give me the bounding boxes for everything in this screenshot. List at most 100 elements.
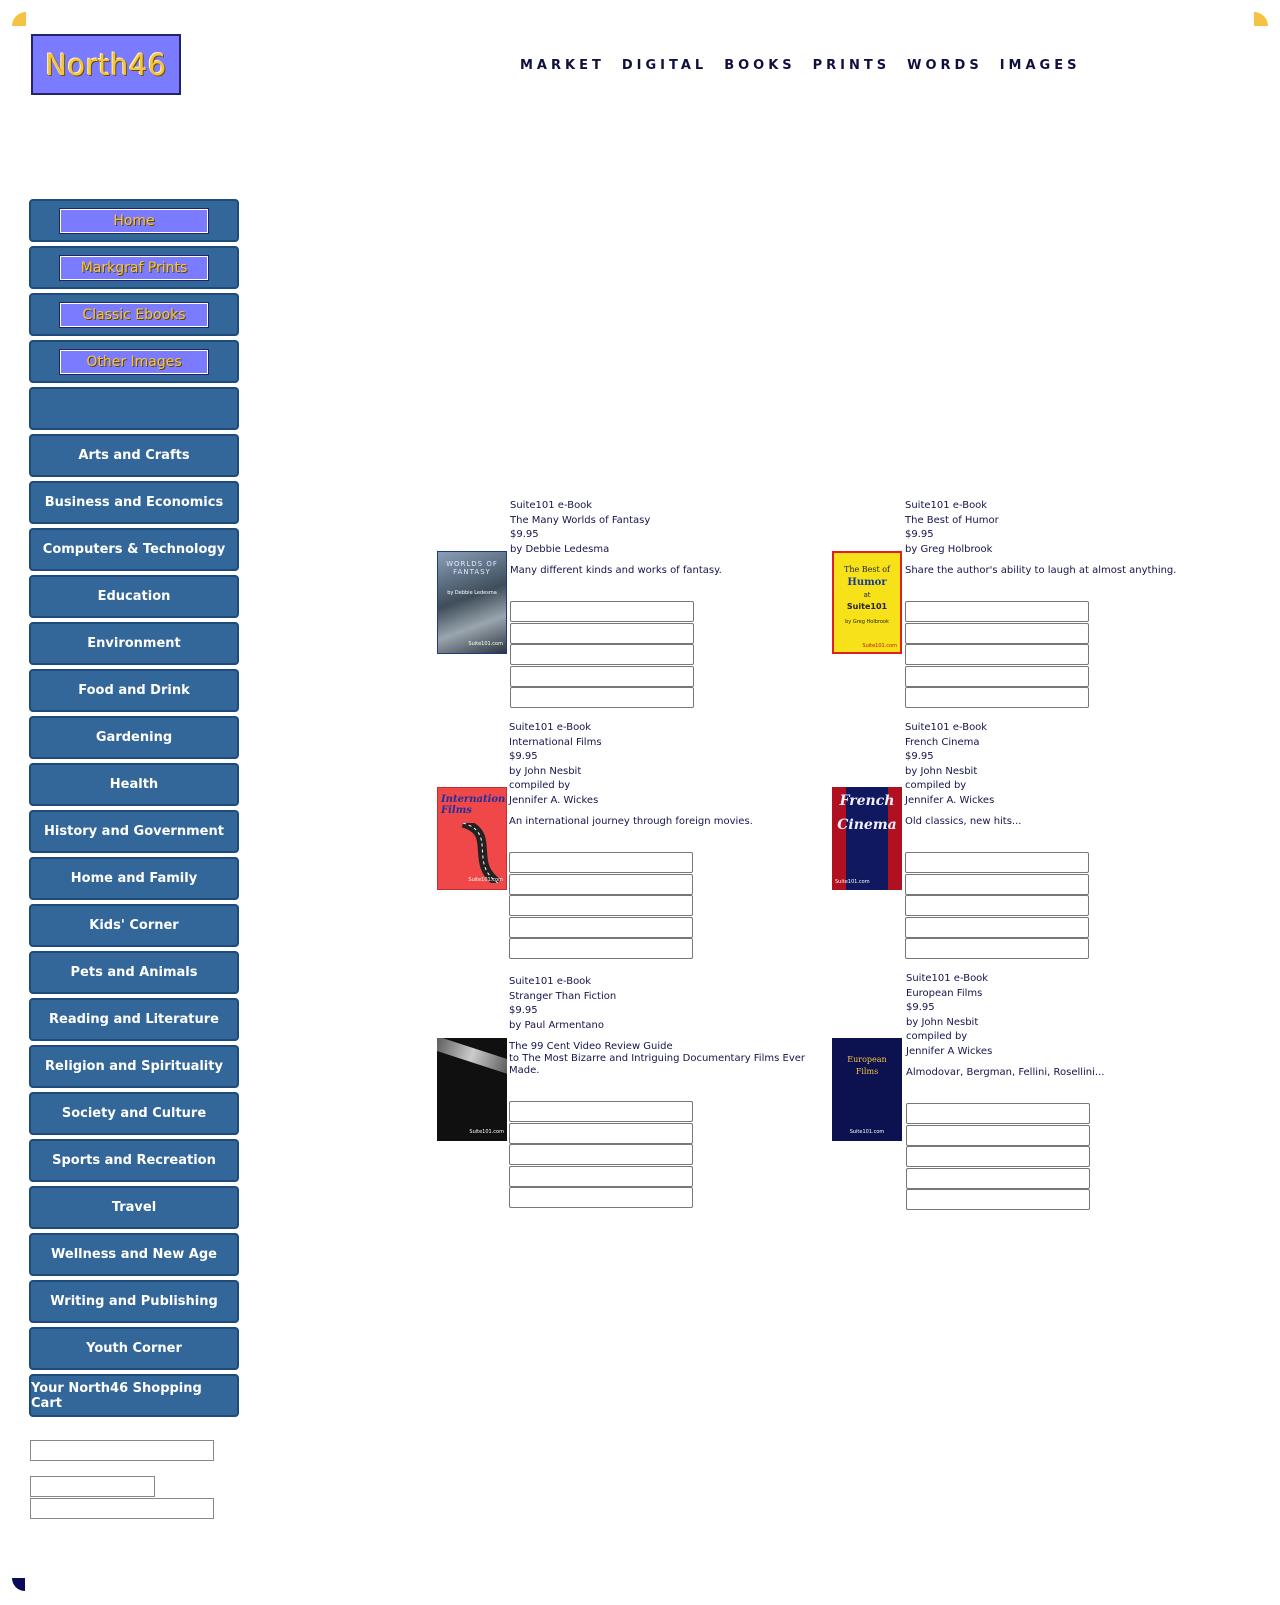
product-options	[510, 601, 694, 709]
sidebar-item-gardening[interactable]: Gardening	[29, 716, 239, 759]
option-field[interactable]	[509, 1101, 693, 1122]
option-field[interactable]	[905, 687, 1089, 708]
sidebar-item-home-family[interactable]: Home and Family	[29, 857, 239, 900]
sidebar-item-writing-publishing[interactable]: Writing and Publishing	[29, 1280, 239, 1323]
sidebar-item-travel[interactable]: Travel	[29, 1186, 239, 1229]
product-description: Old classics, new hits...	[905, 816, 1022, 827]
sidebar-item-empty	[29, 387, 239, 430]
product-title[interactable]: The Many Worlds of Fantasy	[510, 514, 810, 529]
product-price: $9.95	[510, 529, 539, 540]
option-field[interactable]	[905, 665, 1089, 687]
sidebar-item-markgraf-prints[interactable]: Markgraf Prints	[29, 246, 239, 289]
cover-line: Cinema	[837, 817, 897, 833]
sidebar-item-food-drink[interactable]: Food and Drink	[29, 669, 239, 712]
product-card: Suite101 e-Book International Films $9.9…	[509, 721, 809, 959]
home-button[interactable]: Home	[59, 207, 209, 234]
option-field[interactable]	[905, 852, 1089, 873]
sidebar-item-arts-crafts[interactable]: Arts and Crafts	[29, 434, 239, 477]
product-author: Jennifer A Wickes	[906, 1045, 993, 1057]
option-field[interactable]	[905, 601, 1089, 622]
option-field[interactable]	[510, 665, 694, 687]
sidebar-item-kids-corner[interactable]: Kids' Corner	[29, 904, 239, 947]
classic-ebooks-button[interactable]: Classic Ebooks	[59, 301, 209, 328]
book-cover-image[interactable]: International Films Suite101.com	[437, 787, 507, 890]
product-card: Suite101 e-Book European Films $9.95 by …	[906, 972, 1206, 1210]
cover-line: Films	[855, 1067, 879, 1076]
other-images-button[interactable]: Other Images	[59, 348, 209, 375]
nav-images-link[interactable]: IMAGES	[1000, 58, 1081, 73]
sidebar-input[interactable]	[30, 1476, 155, 1497]
sidebar-item-reading-literature[interactable]: Reading and Literature	[29, 998, 239, 1041]
product-title[interactable]: Stranger Than Fiction	[509, 990, 809, 1005]
option-field[interactable]	[905, 873, 1089, 895]
product-options	[906, 1103, 1090, 1211]
product-title[interactable]: French Cinema	[905, 736, 1205, 751]
book-cover-image[interactable]: European Films Suite101.com	[832, 1038, 902, 1141]
option-field[interactable]	[509, 916, 693, 938]
product-card: Suite101 e-Book The Best of Humor $9.95 …	[905, 499, 1205, 708]
option-field[interactable]	[510, 644, 694, 665]
product-title[interactable]: The Best of Humor	[905, 514, 1205, 529]
road-illustration	[461, 823, 501, 883]
sidebar-item-shopping-cart[interactable]: Your North46 Shopping Cart	[29, 1374, 239, 1417]
option-field[interactable]	[509, 873, 693, 895]
sidebar-item-other-images[interactable]: Other Images	[29, 340, 239, 383]
markgraf-prints-button[interactable]: Markgraf Prints	[59, 254, 209, 281]
sidebar-item-health[interactable]: Health	[29, 763, 239, 806]
option-field[interactable]	[510, 622, 694, 644]
option-field[interactable]	[510, 601, 694, 622]
nav-market-link[interactable]: MARKET	[520, 58, 605, 73]
corner-decoration	[12, 1578, 25, 1591]
sidebar-item-classic-ebooks[interactable]: Classic Ebooks	[29, 293, 239, 336]
book-cover-image[interactable]: French Cinema Suite101.com	[832, 787, 902, 890]
sidebar-item-history-government[interactable]: History and Government	[29, 810, 239, 853]
product-title[interactable]: International Films	[509, 736, 809, 751]
option-field[interactable]	[906, 1103, 1090, 1124]
sidebar-item-environment[interactable]: Environment	[29, 622, 239, 665]
product-description: Almodovar, Bergman, Fellini, Rosellini..…	[906, 1067, 1105, 1078]
product-author: by Paul Armentano	[509, 1019, 604, 1031]
option-field[interactable]	[906, 1189, 1090, 1210]
option-field[interactable]	[906, 1167, 1090, 1189]
option-field[interactable]	[905, 895, 1089, 916]
option-field[interactable]	[905, 622, 1089, 644]
sidebar-item-society-culture[interactable]: Society and Culture	[29, 1092, 239, 1135]
sidebar-item-education[interactable]: Education	[29, 575, 239, 618]
option-field[interactable]	[509, 1122, 693, 1144]
product-title[interactable]: European Films	[906, 987, 1206, 1002]
nav-words-link[interactable]: WORDS	[907, 58, 983, 73]
sidebar-item-religion-spirituality[interactable]: Religion and Spirituality	[29, 1045, 239, 1088]
book-cover-image[interactable]: The Best of Humor at Suite101 by Greg Ho…	[832, 551, 902, 654]
cover-line: Humor	[847, 577, 887, 588]
option-field[interactable]	[905, 916, 1089, 938]
sidebar-item-computers-technology[interactable]: Computers & Technology	[29, 528, 239, 571]
option-field[interactable]	[510, 687, 694, 708]
option-field[interactable]	[905, 644, 1089, 665]
sidebar: Home Markgraf Prints Classic Ebooks Othe…	[29, 199, 239, 1421]
sidebar-input[interactable]	[30, 1440, 214, 1461]
book-cover-image[interactable]: WORLDS OF FANTASY by Debbie Ledesma Suit…	[437, 551, 507, 654]
option-field[interactable]	[509, 938, 693, 959]
sidebar-item-sports-recreation[interactable]: Sports and Recreation	[29, 1139, 239, 1182]
book-cover-image[interactable]: Suite101.com	[437, 1038, 507, 1141]
option-field[interactable]	[905, 938, 1089, 959]
sidebar-item-pets-animals[interactable]: Pets and Animals	[29, 951, 239, 994]
option-field[interactable]	[509, 1144, 693, 1165]
option-field[interactable]	[906, 1124, 1090, 1146]
sidebar-item-wellness-new-age[interactable]: Wellness and New Age	[29, 1233, 239, 1276]
sidebar-input[interactable]	[30, 1498, 214, 1519]
site-logo[interactable]: North46	[31, 34, 181, 95]
option-field[interactable]	[509, 1187, 693, 1208]
nav-digital-link[interactable]: DIGITAL	[622, 58, 707, 73]
cover-line: French	[839, 793, 895, 809]
option-field[interactable]	[509, 1165, 693, 1187]
option-field[interactable]	[509, 852, 693, 873]
product-type: Suite101 e-Book	[509, 722, 592, 733]
sidebar-item-business-economics[interactable]: Business and Economics	[29, 481, 239, 524]
option-field[interactable]	[509, 895, 693, 916]
sidebar-item-youth-corner[interactable]: Youth Corner	[29, 1327, 239, 1370]
nav-prints-link[interactable]: PRINTS	[813, 58, 891, 73]
option-field[interactable]	[906, 1146, 1090, 1167]
sidebar-item-home[interactable]: Home	[29, 199, 239, 242]
nav-books-link[interactable]: BOOKS	[724, 58, 795, 73]
